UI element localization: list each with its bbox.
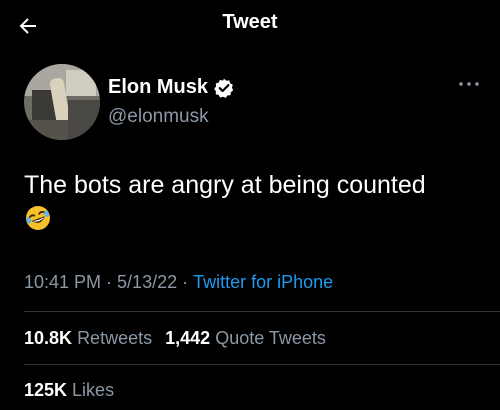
divider	[24, 311, 500, 312]
rolling-on-floor-laughing-emoji-icon	[24, 204, 52, 232]
avatar-image	[24, 64, 100, 140]
tweet-date[interactable]: 5/13/22	[117, 272, 177, 292]
likes-stats: 125K Likes	[24, 380, 122, 401]
retweets-stat[interactable]: 10.8K Retweets	[24, 328, 152, 349]
tweet-source-link[interactable]: Twitter for iPhone	[193, 272, 333, 292]
tweet-time[interactable]: 10:41 PM	[24, 272, 101, 292]
tweet-text: The bots are angry at being counted	[24, 171, 426, 199]
author-name-row[interactable]: Elon Musk	[108, 76, 234, 99]
quote-tweets-label: Quote Tweets	[215, 328, 326, 348]
quote-tweets-count: 1,442	[165, 328, 211, 348]
author-handle[interactable]: @elonmusk	[108, 106, 209, 128]
likes-count: 125K	[24, 380, 68, 400]
more-horizontal-icon	[459, 82, 479, 86]
tweet-meta: 10:41 PM · 5/13/22 · Twitter for iPhone	[24, 272, 333, 293]
more-options-button[interactable]	[454, 74, 484, 94]
retweets-label: Retweets	[77, 328, 153, 348]
avatar[interactable]	[24, 64, 100, 140]
meta-separator: ·	[182, 272, 189, 292]
likes-stat[interactable]: 125K Likes	[24, 380, 114, 401]
divider	[24, 364, 500, 365]
top-bar: Tweet	[0, 0, 500, 50]
likes-label: Likes	[72, 380, 115, 400]
display-name: Elon Musk	[108, 76, 209, 98]
quote-tweets-stat[interactable]: 1,442 Quote Tweets	[165, 328, 326, 349]
tweet-author: Elon Musk @elonmusk	[24, 64, 484, 154]
page-title: Tweet	[222, 11, 278, 33]
engagement-stats: 10.8K Retweets 1,442 Quote Tweets	[24, 328, 334, 349]
retweets-count: 10.8K	[24, 328, 73, 348]
verified-badge-icon	[214, 78, 234, 98]
meta-separator: ·	[106, 272, 113, 292]
